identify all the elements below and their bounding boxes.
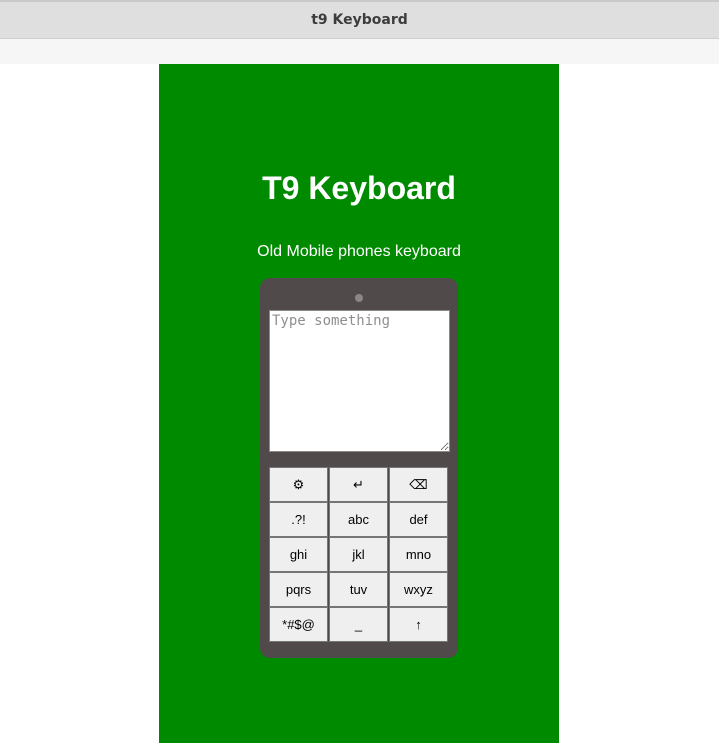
- key-1-punctuation[interactable]: .?!: [269, 502, 328, 537]
- page-subtitle: Old Mobile phones keyboard: [257, 243, 461, 260]
- phone-device: ⚙↵⌫.?!abcdef ghijklmno pqrstuvwxyz *#$@_↑: [260, 278, 458, 658]
- enter-key[interactable]: ↵: [329, 467, 388, 502]
- window-title: t9 Keyboard: [311, 12, 408, 28]
- camera-icon: [355, 294, 363, 302]
- text-input-screen[interactable]: [269, 310, 450, 452]
- shift-key[interactable]: ↑: [389, 607, 448, 642]
- key-8-tuv[interactable]: tuv: [329, 572, 388, 607]
- key-space[interactable]: _: [329, 607, 388, 642]
- key-3-def[interactable]: def: [389, 502, 448, 537]
- browser-toolbar-strip: [0, 39, 719, 64]
- window-titlebar: t9 Keyboard: [0, 0, 719, 39]
- key-2-abc[interactable]: abc: [329, 502, 388, 537]
- backspace-key[interactable]: ⌫: [389, 467, 448, 502]
- key-7-pqrs[interactable]: pqrs: [269, 572, 328, 607]
- key-4-ghi[interactable]: ghi: [269, 537, 328, 572]
- key-9-wxyz[interactable]: wxyz: [389, 572, 448, 607]
- app-panel: T9 Keyboard Old Mobile phones keyboard ⚙…: [159, 64, 559, 743]
- key-symbols[interactable]: *#$@: [269, 607, 328, 642]
- key-5-jkl[interactable]: jkl: [329, 537, 388, 572]
- settings-key[interactable]: ⚙: [269, 467, 328, 502]
- page-content: T9 Keyboard Old Mobile phones keyboard ⚙…: [0, 64, 719, 743]
- key-6-mno[interactable]: mno: [389, 537, 448, 572]
- page-title: T9 Keyboard: [262, 170, 456, 206]
- t9-keypad: ⚙ ↵ ⌫.?! abc def ghi jkl mno pqrs tuv wxyz *#$@ _ ↑: [269, 467, 450, 642]
